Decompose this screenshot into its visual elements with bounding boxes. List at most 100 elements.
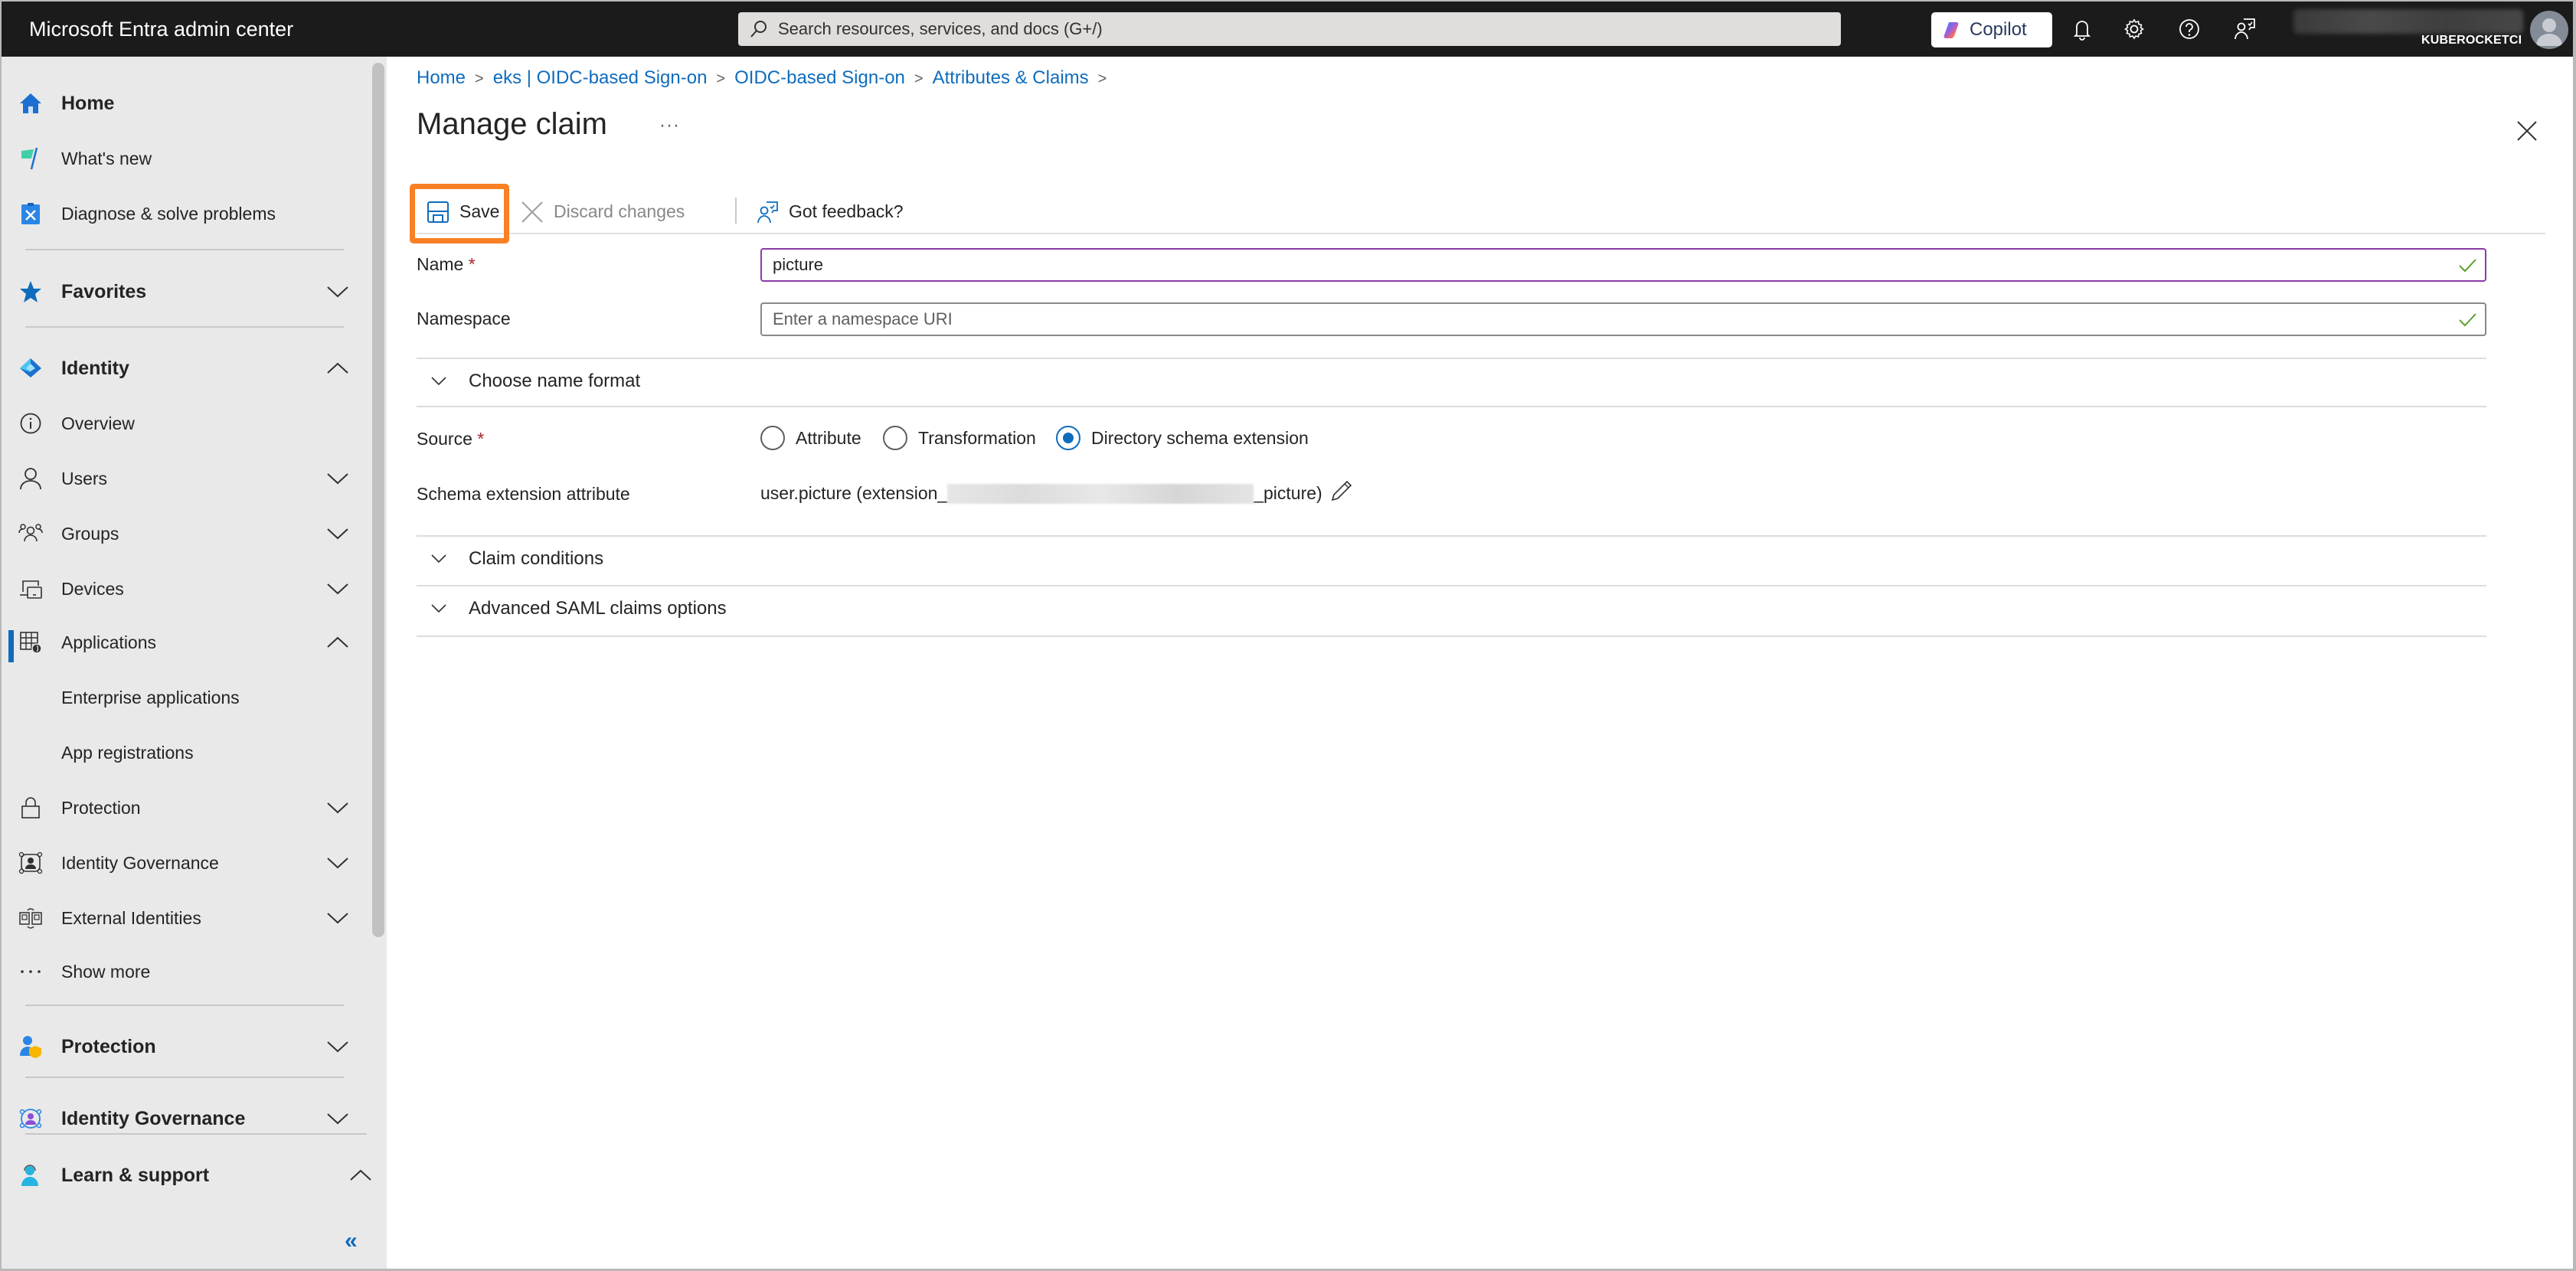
sidebar-item-diagnose[interactable]: Diagnose & solve problems xyxy=(2,192,354,235)
sidebar-scrollbar[interactable] xyxy=(372,63,384,937)
selected-indicator xyxy=(8,630,14,662)
namespace-label: Namespace xyxy=(417,309,511,328)
sidebar-item-protection[interactable]: Protection xyxy=(2,786,354,829)
applications-icon xyxy=(18,630,43,655)
sidebar-item-whats-new[interactable]: What's new xyxy=(2,137,354,180)
sidebar-item-label: Protection xyxy=(61,1036,156,1057)
breadcrumb-separator: > xyxy=(1097,70,1107,87)
gear-icon[interactable] xyxy=(2121,16,2147,42)
sidebar-item-groups[interactable]: Groups xyxy=(2,512,354,555)
namespace-input[interactable] xyxy=(773,304,2442,335)
account-org[interactable]: KUBEROCKETCI xyxy=(2421,34,2522,47)
breadcrumb-attributes-claims[interactable]: Attributes & Claims xyxy=(933,67,1089,88)
diagnose-icon xyxy=(18,201,43,226)
close-icon[interactable] xyxy=(2516,119,2538,142)
sidebar-item-label: Identity Governance xyxy=(61,853,219,873)
sidebar-item-home[interactable]: Home xyxy=(2,82,354,125)
chevron-down-icon xyxy=(327,802,348,814)
sidebar-item-learn-support[interactable]: Learn & support xyxy=(2,1154,377,1197)
sidebar-item-label: Show more xyxy=(61,962,151,982)
sidebar-item-identity[interactable]: Identity xyxy=(2,347,354,390)
chevron-down-icon xyxy=(327,1113,348,1125)
radio-attribute[interactable]: Attribute xyxy=(760,421,868,452)
sidebar-divider xyxy=(25,1005,344,1006)
sidebar-item-label: External Identities xyxy=(61,908,201,928)
sidebar-item-label: Applications xyxy=(61,632,157,652)
sidebar-item-label: Protection xyxy=(61,798,141,818)
schema-suffix: _picture) xyxy=(1254,483,1322,503)
collapse-sidebar-button[interactable]: « xyxy=(345,1228,358,1254)
radio-circle xyxy=(883,426,907,450)
name-input[interactable] xyxy=(773,250,2442,280)
chevron-down-icon xyxy=(327,858,348,869)
sidebar-item-enterprise-applications[interactable]: Enterprise applications xyxy=(2,676,354,719)
external-identities-icon xyxy=(18,906,43,930)
identity-icon xyxy=(18,356,43,381)
account-name-redacted[interactable] xyxy=(2293,9,2523,34)
expander-label: Claim conditions xyxy=(469,548,604,569)
radio-label: Directory schema extension xyxy=(1091,428,1309,448)
devices-icon xyxy=(18,577,43,601)
sidebar-item-label: Diagnose & solve problems xyxy=(61,204,276,224)
sidebar-item-app-registrations[interactable]: App registrations xyxy=(2,731,354,774)
search-icon xyxy=(750,21,767,38)
feedback-icon[interactable] xyxy=(2231,16,2257,42)
sidebar-item-label: Home xyxy=(61,93,115,114)
bell-icon[interactable] xyxy=(2069,16,2095,42)
chevron-down-icon xyxy=(327,913,348,924)
breadcrumb-separator: > xyxy=(914,70,924,87)
avatar[interactable] xyxy=(2530,11,2568,49)
sidebar-item-external-identities[interactable]: External Identities xyxy=(2,897,354,939)
sidebar-item-show-more[interactable]: Show more xyxy=(2,950,354,993)
copilot-label: Copilot xyxy=(1970,19,2027,40)
name-label-text: Name xyxy=(417,254,464,274)
edit-pencil-icon[interactable] xyxy=(1330,479,1353,502)
sidebar-item-devices[interactable]: Devices xyxy=(2,567,354,610)
help-icon[interactable] xyxy=(2176,16,2202,42)
sidebar-item-label: Learn & support xyxy=(61,1165,210,1186)
radio-transformation[interactable]: Transformation xyxy=(883,421,1036,452)
name-field[interactable] xyxy=(760,248,2486,282)
chevron-down-icon xyxy=(327,583,348,595)
sidebar-item-label: App registrations xyxy=(61,743,194,763)
name-label: Name * xyxy=(417,254,476,275)
sidebar-divider xyxy=(25,249,344,250)
sidebar-item-label: Overview xyxy=(61,413,135,433)
redacted-extension-id xyxy=(947,484,1254,504)
sidebar-item-label: What's new xyxy=(61,149,152,168)
chevron-up-icon xyxy=(327,636,348,648)
breadcrumb-eks-oidc[interactable]: eks | OIDC-based Sign-on xyxy=(493,67,708,88)
lock-icon xyxy=(18,796,43,820)
chevron-down-icon xyxy=(431,604,446,613)
breadcrumb-separator: > xyxy=(475,70,484,87)
breadcrumb-oidc-sign-on[interactable]: OIDC-based Sign-on xyxy=(734,67,905,88)
sidebar-item-favorites[interactable]: Favorites xyxy=(2,270,354,313)
chevron-down-icon xyxy=(327,1041,348,1053)
feedback-button[interactable]: Got feedback? xyxy=(755,187,924,233)
sidebar-item-applications[interactable]: Applications xyxy=(2,621,354,664)
sidebar-item-label: Enterprise applications xyxy=(61,688,240,707)
breadcrumb-home[interactable]: Home xyxy=(417,67,466,88)
sidebar-item-identity-governance[interactable]: Identity Governance xyxy=(2,841,354,884)
sidebar-item-label: Devices xyxy=(61,579,124,599)
schema-extension-value: user.picture (extension_ _picture) xyxy=(760,478,1322,508)
namespace-field[interactable] xyxy=(760,302,2486,336)
source-label: Source * xyxy=(417,429,484,449)
sidebar-item-protection-section[interactable]: Protection xyxy=(2,1025,354,1068)
info-icon xyxy=(18,411,43,436)
more-options-button[interactable]: ··· xyxy=(659,115,680,136)
section-divider xyxy=(417,358,2486,359)
sidebar-divider xyxy=(25,1077,344,1078)
discard-changes-button[interactable]: Discard changes xyxy=(520,187,696,233)
search-placeholder: Search resources, services, and docs (G+… xyxy=(778,19,1103,38)
app-title[interactable]: Microsoft Entra admin center xyxy=(29,2,293,57)
sidebar-divider xyxy=(25,1133,367,1135)
user-icon xyxy=(18,466,43,491)
sidebar-item-users[interactable]: Users xyxy=(2,457,354,500)
copilot-button[interactable]: Copilot xyxy=(1931,12,2052,47)
search-box[interactable]: Search resources, services, and docs (G+… xyxy=(738,12,1841,46)
flag-icon xyxy=(18,146,43,171)
feedback-label: Got feedback? xyxy=(789,201,904,221)
sidebar-item-overview[interactable]: Overview xyxy=(2,402,354,445)
radio-directory-schema-extension[interactable]: Directory schema extension xyxy=(1056,421,1332,452)
